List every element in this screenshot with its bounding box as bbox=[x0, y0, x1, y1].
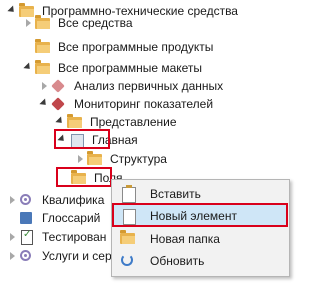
expand-arrow-icon[interactable] bbox=[22, 12, 34, 34]
tree-item-uslugi[interactable]: Услуги и сер bbox=[6, 245, 112, 267]
menu-item-paste[interactable]: Вставить bbox=[114, 183, 286, 205]
collapse-arrow-icon[interactable] bbox=[38, 93, 50, 115]
cube-icon bbox=[50, 96, 68, 112]
tree-item-label: Услуги и сер bbox=[42, 249, 112, 263]
collapse-arrow-icon[interactable] bbox=[22, 57, 34, 79]
paste-icon bbox=[119, 185, 139, 203]
tree-item-label: Структура bbox=[110, 152, 167, 166]
menu-item-new-folder[interactable]: Новая папка bbox=[114, 228, 286, 250]
tree-item-label: Глоссарий bbox=[42, 211, 101, 225]
folder-icon bbox=[34, 39, 52, 55]
tree-item-label: Анализ первичных данных bbox=[74, 79, 224, 93]
context-menu: Вставить Новый элемент Новая папка Обнов… bbox=[111, 179, 290, 277]
highlight-box-polya bbox=[56, 167, 112, 187]
tree-item-vse-programmnye-produkty[interactable]: Все программные продукты bbox=[22, 36, 213, 58]
collapse-arrow-icon[interactable] bbox=[6, 0, 18, 22]
tree-item-label: Все программные продукты bbox=[58, 40, 214, 54]
menu-item-refresh[interactable]: Обновить bbox=[114, 250, 286, 272]
tree-item-label: Тестирован bbox=[42, 230, 107, 244]
highlight-box-glavnaya bbox=[54, 129, 110, 149]
menu-item-label: Обновить bbox=[150, 254, 205, 268]
tree-item-label: Квалифика bbox=[42, 193, 105, 207]
highlight-box-new-element bbox=[112, 203, 288, 227]
folder-icon bbox=[34, 60, 52, 76]
checklist-icon bbox=[18, 229, 36, 245]
menu-item-label: Новая папка bbox=[150, 232, 220, 246]
expand-arrow-icon[interactable] bbox=[6, 245, 18, 267]
menu-item-label: Вставить bbox=[150, 187, 201, 201]
folder-icon bbox=[34, 15, 52, 31]
tree-item-label: Все программные макеты bbox=[58, 61, 203, 75]
tree-item-vse-sredstva[interactable]: Все средства bbox=[22, 12, 133, 34]
tree-item-label: Представление bbox=[90, 115, 177, 129]
folder-icon bbox=[119, 230, 139, 248]
folder-icon bbox=[86, 151, 104, 167]
book-icon bbox=[18, 210, 36, 226]
tree-item-label: Все средства bbox=[58, 16, 133, 30]
folder-icon bbox=[66, 114, 84, 130]
gear-icon bbox=[18, 192, 36, 208]
tree-item-label: Мониторинг показателей bbox=[74, 97, 214, 111]
gear-icon bbox=[18, 248, 36, 264]
cube-icon bbox=[50, 78, 68, 94]
refresh-icon bbox=[119, 252, 139, 270]
